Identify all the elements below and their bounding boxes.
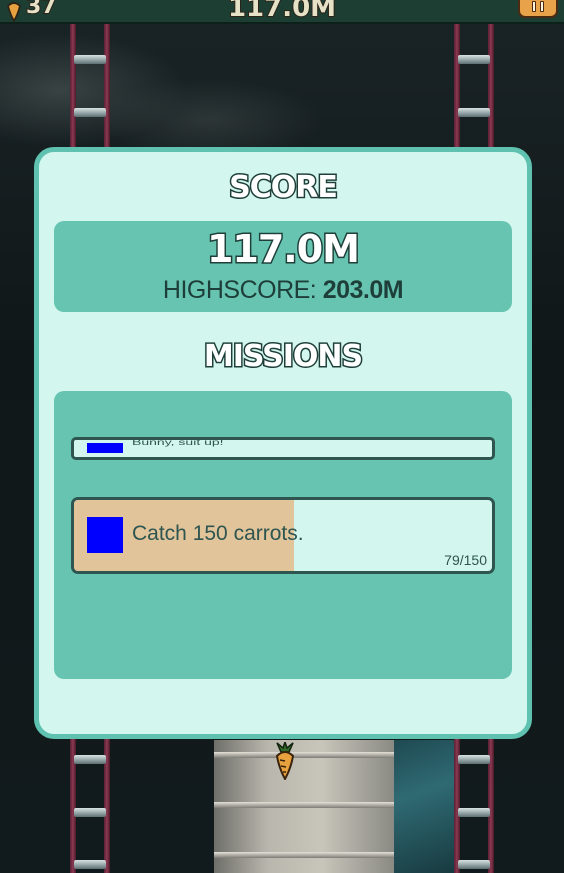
score-value: 117.0M [205, 226, 361, 273]
highscore-line: HIGHSCORE: 203.0M [54, 276, 512, 305]
distance-readout: 117.0M [227, 0, 337, 24]
score-panel: 117.0M HIGHSCORE: 203.0M [54, 221, 512, 312]
highscore-label: HIGHSCORE: [162, 276, 317, 304]
carrot-icon [275, 742, 295, 780]
pause-icon [532, 0, 536, 12]
mission-text: Catch 150 carrots. [132, 522, 304, 545]
score-heading: SCORE [228, 169, 340, 207]
mission-item-catch-carrots[interactable]: Catch 150 carrots. 79/150 [71, 497, 495, 574]
mission-item-suit-up[interactable]: Bunny, suit up! [71, 437, 495, 460]
tower-side-panel [394, 740, 454, 873]
tower-column [214, 740, 394, 873]
mission-icon [87, 517, 123, 553]
pause-button[interactable] [518, 0, 558, 18]
top-hud: 37 117.0M [0, 0, 564, 24]
missions-panel: Bunny, suit up! Catch 150 carrots. 79/15… [54, 391, 512, 679]
highscore-value: 203.0M [322, 276, 404, 304]
mission-icon [87, 443, 123, 453]
mission-text: Bunny, suit up! [132, 437, 224, 447]
results-dialog: SCORE 117.0M HIGHSCORE: 203.0M MISSIONS … [34, 147, 532, 739]
missions-heading: MISSIONS [202, 338, 364, 376]
mission-progress-count: 79/150 [444, 552, 487, 568]
